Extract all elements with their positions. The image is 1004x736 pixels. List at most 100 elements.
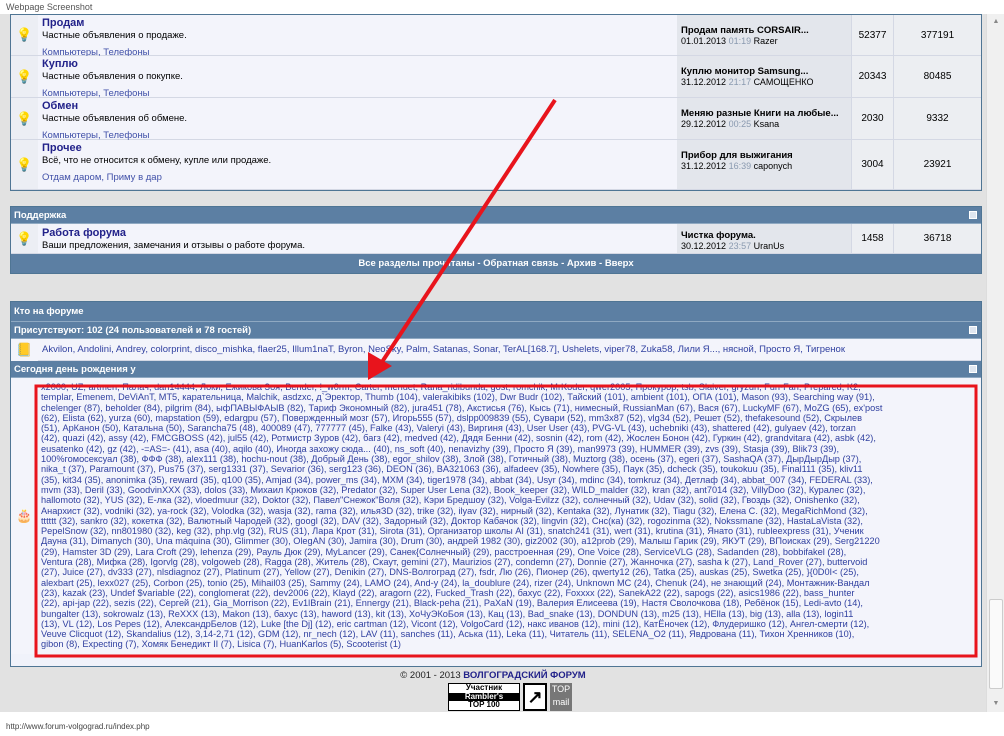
last-post-time: 21:17	[728, 77, 752, 87]
present-count: Присутствуют: 102 (24 пользователей и 78…	[14, 325, 252, 336]
topics-count: 1458	[851, 224, 893, 253]
birthday-users-line[interactable]: mvm (33), Deril (33), GoodvinXXX (33), d…	[41, 485, 977, 495]
vertical-scrollbar[interactable]: ▲ ▼	[986, 14, 1004, 712]
lightbulb-on-icon: 💡	[11, 15, 38, 55]
online-users-row: 📒 Akvilon, Andolini, Andrey, colorprint,…	[11, 338, 981, 361]
forum-description: Частные объявления об обмене.	[42, 113, 188, 124]
birthday-users-line[interactable]: (62), Elista (62), yurza (60), mapstatio…	[41, 413, 977, 423]
copyright: © 2001 - 2013 ВОЛГОГРАДСКИЙ ФОРУМ	[0, 670, 986, 681]
birthday-users-line[interactable]: Анархист (32), vodniki (32), ya-rock (32…	[41, 506, 977, 516]
scroll-up-icon[interactable]: ▲	[987, 14, 1004, 30]
forum-description: Частные объявления о покупке.	[42, 71, 183, 82]
birthday-users-line[interactable]: alexbart (25), lexx027 (25), Corbon (25)…	[41, 578, 977, 588]
forum-row: 💡 Куплю Частные объявления о покупке. Ко…	[11, 56, 981, 99]
birthday-users-line[interactable]: (22), api-jap (22), sezis (22), Сергей (…	[41, 598, 977, 608]
page-viewport: 💡 Продам Частные объявления о продаже. К…	[0, 14, 1004, 712]
last-post-link[interactable]: Меняю разные Книги на любые...	[681, 108, 847, 119]
birthday-users-line[interactable]: gibon (8), Expecting (7), Хомяк Бенедикт…	[41, 639, 977, 649]
birthday-users-line[interactable]: Дауна (31), Dimanych (30), Una máquina (…	[41, 536, 977, 546]
forum-table-market: 💡 Продам Частные объявления о продаже. К…	[10, 14, 982, 191]
topmail-label: mail	[552, 697, 570, 707]
collapse-icon[interactable]	[969, 365, 977, 373]
top-mail-counter[interactable]: TOP mail	[550, 683, 572, 711]
copyright-text: © 2001 - 2013	[400, 670, 461, 681]
forum-row: 💡 Продам Частные объявления о продаже. К…	[11, 15, 981, 58]
last-post-link[interactable]: Куплю монитор Samsung...	[681, 66, 847, 77]
last-post-user[interactable]: UranUs	[754, 241, 785, 251]
last-post-user[interactable]: Ksana	[754, 119, 780, 129]
scroll-down-icon[interactable]: ▼	[987, 696, 1004, 712]
category-header-support[interactable]: Поддержка	[11, 207, 981, 224]
forum-title-link[interactable]: Обмен	[42, 100, 673, 112]
topmail-label: TOP	[551, 684, 571, 694]
birthday-cake-icon: 🎂	[11, 378, 38, 654]
last-post-time: 23:57	[728, 241, 752, 251]
birthday-title: Сегодня день рождения у	[14, 364, 136, 375]
present-header[interactable]: Присутствуют: 102 (24 пользователей и 78…	[11, 322, 981, 339]
birthday-users-line[interactable]: hallomoto (32), YUS (32), E-лка (32), vl…	[41, 495, 977, 505]
birthday-users-line[interactable]: Veuve Clicquot (12), Skandalius (12), 3,…	[41, 629, 977, 639]
birthday-header[interactable]: Сегодня день рождения у	[11, 361, 981, 378]
collapse-icon[interactable]	[969, 326, 977, 334]
last-post-time: 16:39	[728, 161, 752, 171]
status-bar-url: http://www.forum-volgograd.ru/index.php	[6, 722, 150, 731]
birthday-users-line[interactable]: tttttt (32), sankro (32), кокетка (32), …	[41, 516, 977, 526]
subforum-links[interactable]: Отдам даром, Приму в дар	[42, 172, 673, 183]
last-post-date: 31.12.2012	[681, 161, 727, 171]
birthday-users-line[interactable]: (27), Juice (27), dv333 (27), nlsdiagnoz…	[41, 567, 977, 577]
last-post-link[interactable]: Чистка форума.	[681, 230, 847, 241]
last-post-date: 29.12.2012	[681, 119, 727, 129]
rambler-label: TOP 100	[468, 700, 500, 710]
forum-description: Всё, что не относится к обмену, купле ил…	[42, 155, 272, 166]
forum-title-link[interactable]: Куплю	[42, 58, 673, 70]
forum-table-support: Поддержка 💡 Работа форума Ваши предложени…	[10, 206, 982, 274]
users-icon: 📒	[11, 338, 38, 361]
forum-home-link[interactable]: ВОЛГОГРАДСКИЙ ФОРУМ	[463, 670, 585, 681]
forum-row: 💡 Работа форума Ваши предложения, замечан…	[11, 224, 981, 254]
last-post-user[interactable]: САМОЩЕНКО	[754, 77, 814, 87]
who-is-online-box: Кто на форуме Присутствуют: 102 (24 поль…	[10, 301, 982, 667]
posts-count: 36718	[893, 224, 981, 253]
last-post-date: 30.12.2012	[681, 241, 727, 251]
last-post-user[interactable]: Razer	[754, 36, 778, 46]
birthday-users-list: x2000, UZ, artmen, Палач, dan14444, Локи…	[38, 378, 981, 654]
category-title: Поддержка	[14, 210, 67, 221]
forum-row: 💡 Обмен Частные объявления об обмене. Ко…	[11, 98, 981, 141]
arrow-counter-icon[interactable]: ↗	[523, 683, 547, 711]
birthday-users-line[interactable]: (23), kazak (23), Undef $variable (22), …	[41, 588, 977, 598]
lightbulb-off-icon: 💡	[11, 98, 38, 139]
birthday-users-line[interactable]: 100%гомосексуал (38), ФФФ (38), alex111 …	[41, 454, 977, 464]
birthday-users-line[interactable]: (29), Hamster 3D (29), Lara Croft (29), …	[41, 547, 977, 557]
birthday-users-line[interactable]: (35), kit34 (35), anonimka (35), reward …	[41, 475, 977, 485]
last-post-user[interactable]: caponych	[754, 161, 793, 171]
rambler-top100-counter[interactable]: Участник Rambler's TOP 100	[448, 683, 520, 711]
scrollbar-thumb[interactable]	[989, 599, 1003, 689]
birthday-users-line[interactable]: eusatenko (42), gz (42), -=AS=- (41), as…	[41, 444, 977, 454]
forum-title-link[interactable]: Продам	[42, 17, 673, 29]
birthday-users-line[interactable]: templar, Emenem, DeViAnT, MT5, карательн…	[41, 392, 977, 402]
birthday-users-line[interactable]: (51), АрКанон (50), Катальна (50), Saran…	[41, 423, 977, 433]
birthday-users-line[interactable]: Ventura (28), Мифка (28), Igorvlg (28), …	[41, 557, 977, 567]
last-post-link[interactable]: Прибор для выжигания	[681, 150, 847, 161]
forum-title-link[interactable]: Прочее	[42, 142, 673, 154]
birthday-users-line[interactable]: (42), quazi (42), assy (42), FMCGBOSS (4…	[41, 433, 977, 443]
last-post-time: 00:25	[728, 119, 752, 129]
birthday-users-line[interactable]: x2000, UZ, artmen, Палач, dan14444, Локи…	[41, 382, 977, 392]
forum-description: Ваши предложения, замечания и отзывы о р…	[42, 240, 305, 251]
birthday-users-line[interactable]: bungalter (13), sokrowalz (13), ReXXX (1…	[41, 609, 977, 619]
last-post-time: 01:19	[728, 36, 752, 46]
birthday-users-line[interactable]: PepelSnow (32), nn801980 (32), keg (32),…	[41, 526, 977, 536]
birthday-users-line[interactable]: (13), VL (12), Los Pepes (12), Александр…	[41, 619, 977, 629]
footer-links[interactable]: Все разделы прочитаны - Обратная связь -…	[11, 254, 981, 273]
birthday-users-line[interactable]: chelenger (87), beholder (84), pilgrim (…	[41, 403, 977, 413]
posts-count: 80485	[893, 56, 981, 97]
topics-count: 2030	[851, 98, 893, 139]
last-post-link[interactable]: Продам память CORSAIR...	[681, 25, 847, 36]
forum-title-link[interactable]: Работа форума	[42, 227, 673, 239]
who-header: Кто на форуме	[11, 302, 981, 322]
last-post-date: 01.01.2013	[681, 36, 727, 46]
collapse-icon[interactable]	[969, 211, 977, 219]
online-users-list[interactable]: Akvilon, Andolini, Andrey, colorprint, d…	[38, 344, 845, 355]
lightbulb-on-icon: 💡	[11, 140, 38, 189]
birthday-users-line[interactable]: nika_t (37), Paramount (37), Pus75 (37),…	[41, 464, 977, 474]
